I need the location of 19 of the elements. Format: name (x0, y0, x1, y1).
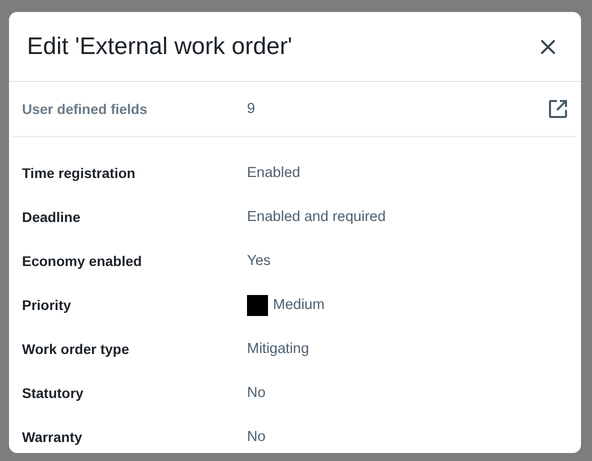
field-label: Time registration (22, 165, 136, 181)
field-label: Economy enabled (22, 253, 143, 269)
dialog-title: Edit 'External work order' (27, 32, 292, 60)
field-value: Medium (273, 297, 325, 313)
field-label: Deadline (22, 209, 82, 225)
external-link-icon[interactable] (548, 99, 568, 119)
field-label: Work order type (22, 341, 130, 357)
field-label: Statutory (22, 385, 84, 401)
field-value: 9 (247, 101, 256, 117)
close-icon[interactable] (540, 38, 556, 54)
field-label: Priority (22, 297, 72, 313)
field-value: Mitigating (247, 341, 310, 357)
field-label: User defined fields (22, 101, 148, 117)
field-value: Enabled (247, 165, 300, 181)
field-value: Enabled and required (247, 209, 386, 225)
field-value: No (247, 429, 266, 445)
field-label: Warranty (22, 429, 84, 445)
field-value: No (247, 385, 266, 401)
field-value: Yes (247, 253, 271, 269)
